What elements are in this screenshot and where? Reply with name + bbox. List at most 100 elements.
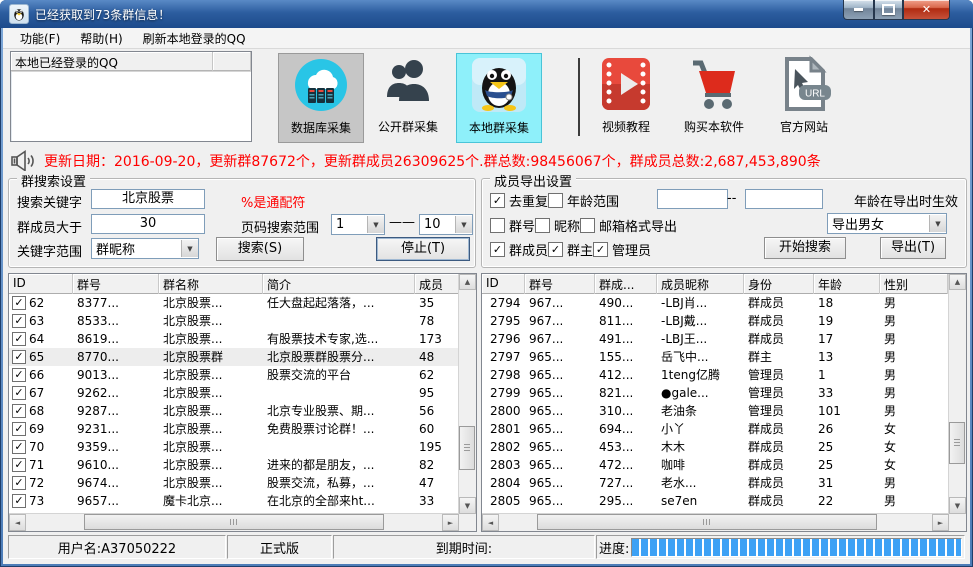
- close-button[interactable]: ✕: [903, 0, 950, 20]
- column-header[interactable]: 群成...: [595, 274, 657, 294]
- table-row[interactable]: 2796 967... 491... -LBJ王... 群成员 17 男: [482, 330, 949, 348]
- minimize-button[interactable]: [843, 0, 874, 20]
- table-row[interactable]: 2803 965... 472... 咖啡 群成员 25 女: [482, 456, 949, 474]
- table-row[interactable]: 69 9231... 北京股票... 免费股票讨论群！... 60: [9, 420, 459, 438]
- export-option-checkbox[interactable]: 昵称: [535, 216, 580, 235]
- menu-item-refresh-local-qq[interactable]: 刷新本地登录的QQ: [134, 28, 255, 49]
- table-row[interactable]: 64 8619... 北京股票... 有股票技术专家,选... 173: [9, 330, 459, 348]
- table-row[interactable]: 68 9287... 北京股票... 北京专业股票、期... 56: [9, 402, 459, 420]
- column-header[interactable]: 简介: [263, 274, 415, 294]
- table-row[interactable]: 2802 965... 453... 木木 群成员 25 女: [482, 438, 949, 456]
- menu-item-features[interactable]: 功能(F): [11, 28, 69, 49]
- export-button[interactable]: 导出(T): [880, 237, 946, 259]
- min-members-input[interactable]: 30: [91, 214, 205, 234]
- column-header[interactable]: 群号: [73, 274, 159, 294]
- row-checkbox[interactable]: [12, 296, 26, 310]
- checkbox-icon[interactable]: [535, 218, 550, 233]
- toolbar-local-group-collect-button[interactable]: 本地群采集: [456, 53, 542, 143]
- column-header[interactable]: 性别: [880, 274, 948, 294]
- table-row[interactable]: 72 9674... 北京股票... 股票交流，私募，... 47: [9, 474, 459, 492]
- table-row[interactable]: 2801 965... 694... 小丫 群成员 26 女: [482, 420, 949, 438]
- checkbox-icon[interactable]: [593, 242, 608, 257]
- table-row[interactable]: 2804 965... 727... 老水... 群成员 31 男: [482, 474, 949, 492]
- column-header[interactable]: 群名称: [159, 274, 263, 294]
- toolbar-video-tutorial-button[interactable]: 视频教程: [584, 53, 668, 141]
- checkbox-icon[interactable]: [490, 242, 505, 257]
- row-checkbox[interactable]: [12, 476, 26, 490]
- gender-select[interactable]: 导出男女▼: [827, 213, 947, 234]
- row-checkbox[interactable]: [12, 422, 26, 436]
- table-row[interactable]: 2800 965... 310... 老油条 管理员 101 男: [482, 402, 949, 420]
- table-row[interactable]: 63 8533... 北京股票... 78: [9, 312, 459, 330]
- table-row[interactable]: 70 9359... 北京股票... 195: [9, 438, 459, 456]
- scroll-left-icon[interactable]: ◄: [482, 514, 499, 531]
- search-button[interactable]: 搜索(S): [216, 237, 304, 261]
- row-checkbox[interactable]: [12, 440, 26, 454]
- row-checkbox[interactable]: [12, 350, 26, 364]
- table-row[interactable]: 73 9657... 魔卡北京... 在北京的全部来ht... 33: [9, 492, 459, 510]
- checkbox-icon[interactable]: [548, 193, 563, 208]
- scroll-up-icon[interactable]: ▲: [459, 274, 476, 290]
- age-to-input[interactable]: [745, 189, 823, 209]
- export-option-checkbox[interactable]: 年龄范围: [548, 191, 619, 210]
- scrollbar-thumb[interactable]: [459, 426, 475, 470]
- scroll-right-icon[interactable]: ►: [932, 514, 949, 531]
- column-header[interactable]: 年龄: [814, 274, 880, 294]
- checkbox-icon[interactable]: [490, 193, 505, 208]
- scrollbar-thumb[interactable]: [537, 514, 877, 530]
- toolbar-public-group-collect-button[interactable]: 公开群采集: [366, 53, 450, 141]
- horizontal-scrollbar[interactable]: ◄ ►: [9, 513, 459, 531]
- table-row[interactable]: 2799 965... 821... ●gale... 管理员 33 男: [482, 384, 949, 402]
- scrollbar-thumb[interactable]: [84, 514, 384, 530]
- chevron-down-icon[interactable]: ▼: [929, 215, 946, 232]
- column-header[interactable]: ID: [9, 274, 73, 294]
- column-header[interactable]: ID: [482, 274, 525, 294]
- export-option-checkbox[interactable]: 群号: [490, 216, 535, 235]
- export-option-checkbox[interactable]: 去重复: [490, 191, 548, 210]
- page-from-select[interactable]: 1▼: [331, 214, 385, 235]
- table-row[interactable]: 62 8377... 北京股票... 任大盘起起落落，... 35: [9, 294, 459, 312]
- row-checkbox[interactable]: [12, 386, 26, 400]
- horizontal-scrollbar[interactable]: ◄ ►: [482, 513, 949, 531]
- export-option-checkbox[interactable]: 管理员: [593, 240, 651, 259]
- table-row[interactable]: 2795 967... 811... -LBJ戴... 群成员 19 男: [482, 312, 949, 330]
- menu-item-help[interactable]: 帮助(H): [71, 28, 131, 49]
- maximize-button[interactable]: [874, 0, 903, 20]
- table-row[interactable]: 66 9013... 北京股票... 股票交流的平台 62: [9, 366, 459, 384]
- table-row[interactable]: 2794 967... 490... -LBJ肖... 群成员 18 男: [482, 294, 949, 312]
- scroll-up-icon[interactable]: ▲: [949, 274, 966, 290]
- row-checkbox[interactable]: [12, 332, 26, 346]
- age-from-input[interactable]: [657, 189, 728, 209]
- chevron-down-icon[interactable]: ▼: [181, 240, 198, 257]
- checkbox-icon[interactable]: [490, 218, 505, 233]
- table-row[interactable]: 2798 965... 412... 1teng亿腾 管理员 1 男: [482, 366, 949, 384]
- checkbox-icon[interactable]: [580, 218, 595, 233]
- column-header[interactable]: 群号: [525, 274, 595, 294]
- toolbar-official-site-button[interactable]: URL 官方网站: [762, 53, 846, 141]
- toolbar-buy-software-button[interactable]: 购买本软件: [672, 53, 756, 141]
- page-to-select[interactable]: 10▼: [419, 214, 473, 235]
- chevron-down-icon[interactable]: ▼: [455, 216, 472, 233]
- scroll-down-icon[interactable]: ▼: [459, 497, 476, 514]
- export-option-checkbox[interactable]: 邮箱格式导出: [580, 216, 677, 235]
- checkbox-icon[interactable]: [548, 242, 563, 257]
- column-header[interactable]: 成员: [415, 274, 459, 294]
- row-checkbox[interactable]: [12, 314, 26, 328]
- scroll-down-icon[interactable]: ▼: [949, 497, 966, 514]
- table-row[interactable]: 65 8770... 北京股票群 北京股票群股票分... 48: [9, 348, 459, 366]
- table-row[interactable]: 2805 965... 295... se7en 群成员 22 男: [482, 492, 949, 510]
- vertical-scrollbar[interactable]: ▲ ▼: [948, 274, 966, 514]
- column-header[interactable]: 身份: [744, 274, 814, 294]
- qq-list-column-header[interactable]: 本地已经登录的QQ: [11, 52, 213, 71]
- export-option-checkbox[interactable]: 群主: [548, 240, 593, 259]
- scope-select[interactable]: 群昵称▼: [91, 238, 199, 259]
- toolbar-database-collect-button[interactable]: 数据库采集: [278, 53, 364, 143]
- scroll-left-icon[interactable]: ◄: [9, 514, 26, 531]
- row-checkbox[interactable]: [12, 368, 26, 382]
- chevron-down-icon[interactable]: ▼: [367, 216, 384, 233]
- scroll-right-icon[interactable]: ►: [442, 514, 459, 531]
- table-row[interactable]: 2797 965... 155... 岳飞中... 群主 13 男: [482, 348, 949, 366]
- table-row[interactable]: 71 9610... 北京股票... 进来的都是朋友，... 82: [9, 456, 459, 474]
- column-header[interactable]: 成员昵称: [657, 274, 744, 294]
- scrollbar-thumb[interactable]: [949, 422, 965, 464]
